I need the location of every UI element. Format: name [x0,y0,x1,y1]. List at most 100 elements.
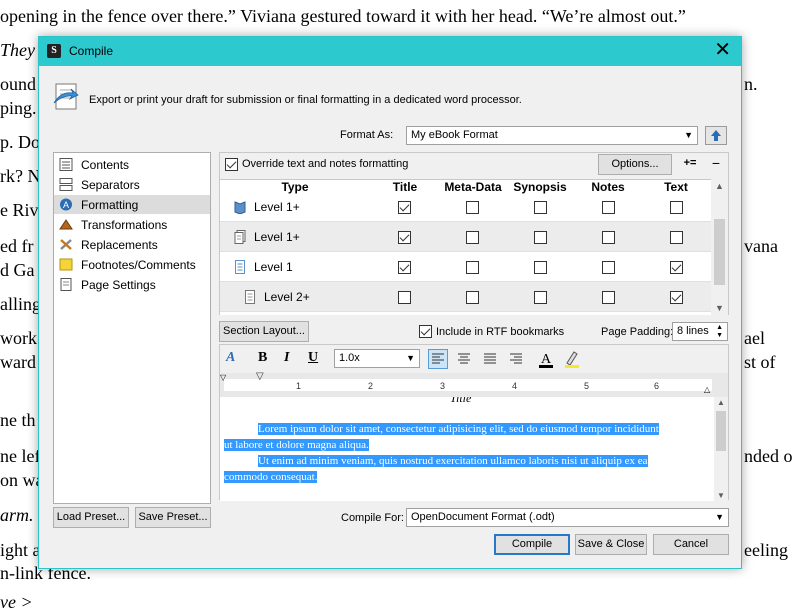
left-margin-marker[interactable]: ▽ [220,373,226,382]
metadata-checkbox[interactable] [466,201,479,214]
editor-scrollbar[interactable]: ▲ ▼ [714,397,728,501]
doc-line: work [0,328,37,348]
compile-window: S Compile ✕ Export or print your draft f… [38,36,742,569]
compile-sidebar: Contents Separators A Formatting Transfo… [53,152,211,504]
title-bar[interactable]: S Compile ✕ [39,37,741,66]
align-justify-icon[interactable] [480,349,500,369]
sidebar-item-replacements[interactable]: Replacements [54,235,210,254]
text-color-icon[interactable]: A [536,349,556,369]
svg-text:A: A [541,352,552,367]
sidebar-item-contents[interactable]: Contents [54,155,210,174]
replacements-icon [60,239,72,250]
editor-toolbar: A B I U 1.0x ▼ A [220,345,728,373]
synopsis-checkbox[interactable] [534,291,547,304]
notes-checkbox[interactable] [602,291,615,304]
override-checkbox[interactable] [225,158,238,171]
scroll-down-icon[interactable]: ▼ [715,303,724,313]
close-icon[interactable]: ✕ [714,40,731,60]
highlight-icon[interactable] [562,349,582,369]
line-spacing-select[interactable]: 1.0x ▼ [334,349,420,368]
text-checkbox[interactable] [670,261,683,274]
metadata-checkbox[interactable] [466,231,479,244]
right-margin-marker[interactable]: △ [704,385,710,394]
options-button[interactable]: Options... [598,154,672,175]
metadata-checkbox[interactable] [466,261,479,274]
ruler[interactable]: ▽ ▽ △ 1 2 3 4 5 6 [220,371,728,397]
save-close-button[interactable]: Save & Close [575,534,647,555]
scroll-up-icon[interactable]: ▲ [715,181,724,191]
sidebar-item-separators[interactable]: Separators [54,175,210,194]
sidebar-item-transformations[interactable]: Transformations [54,215,210,234]
load-preset-button[interactable]: Load Preset... [53,507,129,528]
font-style-icon[interactable]: A [226,350,235,366]
scroll-up-icon[interactable]: ▲ [717,398,725,407]
table-row[interactable]: Level 1 [220,252,712,282]
table-row[interactable]: Level 2+ [220,282,712,312]
title-checkbox[interactable] [398,291,411,304]
compile-for-label: Compile For: [341,512,404,524]
metadata-checkbox[interactable] [466,291,479,304]
line-spacing-value: 1.0x [339,352,360,364]
sidebar-item-label: Footnotes/Comments [81,258,196,272]
notes-checkbox[interactable] [602,261,615,274]
underline-button[interactable]: U [308,350,318,366]
align-center-icon[interactable] [454,349,474,369]
stepper-icon[interactable]: ▲ ▼ [716,324,723,340]
synopsis-checkbox[interactable] [534,261,547,274]
synopsis-checkbox[interactable] [534,201,547,214]
first-indent-marker[interactable]: ▽ [256,371,264,382]
align-left-icon[interactable] [428,349,448,369]
compile-button[interactable]: Compile [494,534,570,555]
scroll-thumb[interactable] [716,411,726,451]
sidebar-item-footnotes[interactable]: Footnotes/Comments [54,255,210,274]
scrivener-app-icon: S [47,44,61,58]
add-level-button[interactable]: += [678,154,702,175]
format-as-select[interactable]: My eBook Format ▼ [406,126,698,145]
editor-text-area[interactable]: Title Lorem ipsum dolor sit amet, consec… [220,397,714,501]
page-padding-stepper[interactable]: 8 lines ▲ ▼ [672,322,728,341]
chevron-down-icon: ▼ [684,130,693,140]
doc-line: ed fr [0,236,34,256]
sidebar-item-formatting[interactable]: A Formatting [54,195,210,214]
formatting-grid: Type Title Meta-Data Synopsis Notes Text… [220,179,712,315]
doc-line: eeling [744,540,788,560]
table-row[interactable]: Level 1+ [220,222,712,252]
grid-scrollbar[interactable]: ▲ ▼ [711,179,728,315]
compile-for-value: OpenDocument Format (.odt) [411,511,555,523]
notes-checkbox[interactable] [602,201,615,214]
sidebar-item-page-settings[interactable]: Page Settings [54,275,210,294]
text-checkbox[interactable] [670,231,683,244]
save-preset-button[interactable]: Save Preset... [135,507,211,528]
row-type: Level 1+ [254,200,300,214]
title-checkbox[interactable] [398,261,411,274]
compile-for-select[interactable]: OpenDocument Format (.odt) ▼ [406,508,729,527]
table-row[interactable]: Level 1+ [220,194,712,222]
doc-line: ight a [0,540,41,560]
notes-checkbox[interactable] [602,231,615,244]
ruler-number: 3 [440,381,446,391]
bold-button[interactable]: B [258,350,267,366]
italic-button[interactable]: I [284,350,289,366]
sidebar-item-label: Page Settings [81,278,156,292]
remove-level-button[interactable]: − [706,154,726,175]
text-checkbox[interactable] [670,291,683,304]
title-checkbox[interactable] [398,201,411,214]
scroll-down-icon[interactable]: ▼ [717,491,725,500]
scroll-thumb[interactable] [714,219,725,285]
transformations-icon [59,219,73,230]
title-checkbox[interactable] [398,231,411,244]
section-layout-button[interactable]: Section Layout... [219,321,309,342]
text-checkbox[interactable] [670,201,683,214]
doc-line: nded o [744,446,792,466]
title-sample: Title [450,397,472,405]
sample-paragraph: commodo consequat. [224,471,318,483]
rtf-bookmarks-checkbox[interactable] [419,325,432,338]
align-right-icon[interactable] [506,349,526,369]
cancel-button[interactable]: Cancel [653,534,729,555]
header-description: Export or print your draft for submissio… [89,94,522,106]
svg-text:A: A [63,200,69,210]
synopsis-checkbox[interactable] [534,231,547,244]
move-up-button[interactable] [705,126,727,145]
row-type: Level 2+ [264,290,310,304]
sidebar-item-label: Contents [81,158,130,172]
